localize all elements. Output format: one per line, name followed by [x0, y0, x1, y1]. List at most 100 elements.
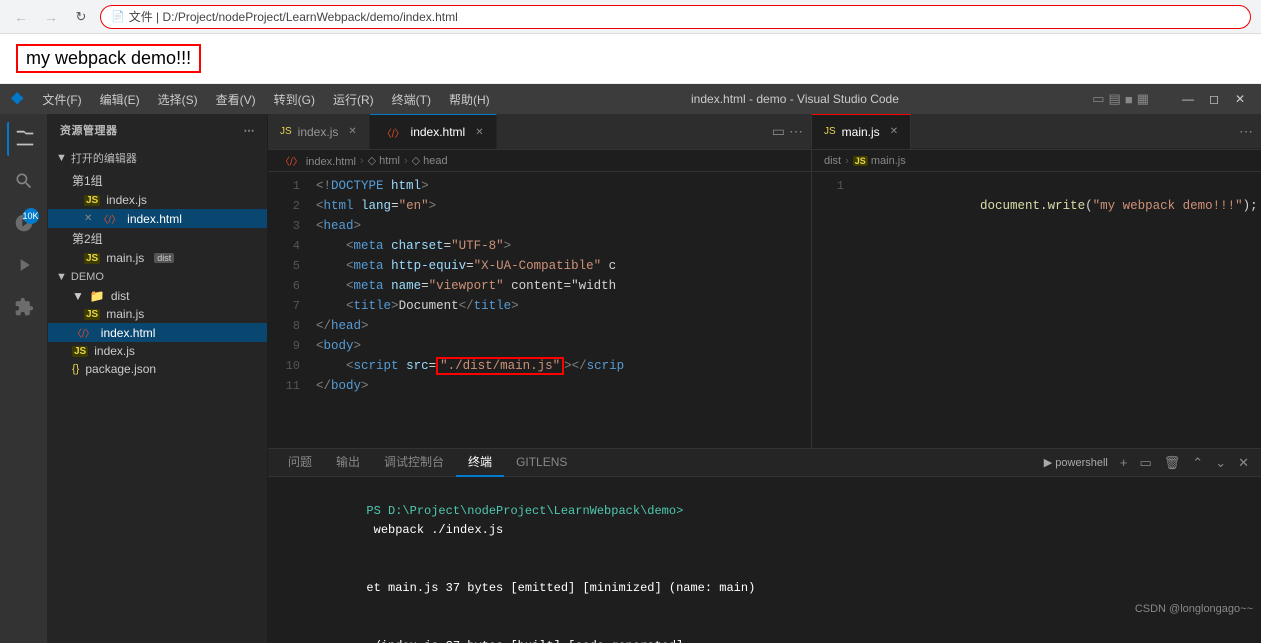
layout-icon-2[interactable]: ▤ [1109, 91, 1121, 107]
page-heading: my webpack demo!!! [16, 44, 201, 73]
minimize-button[interactable]: — [1177, 88, 1199, 110]
panel-actions: ▶ powershell + ▭ 🗑 ⌃ ⌄ ✕ [1040, 453, 1253, 473]
sidebar-item-packagejson[interactable]: {} package.json [48, 360, 267, 378]
sidebar-title: 资源管理器 [60, 122, 118, 138]
mainjs-label: main.js [106, 251, 144, 265]
sidebar: 资源管理器 ⋯ ▼ 打开的编辑器 第1组 JS index.js [48, 114, 268, 643]
extensions-icon[interactable] [7, 290, 41, 324]
code-editor-left: 1 2 3 4 5 6 7 8 9 10 11 [268, 172, 811, 448]
menu-help[interactable]: 帮助(H) [441, 89, 498, 110]
dist-mainjs-icon: JS [84, 309, 100, 320]
menu-run[interactable]: 运行(R) [325, 89, 382, 110]
sidebar-group2[interactable]: 第2组 [48, 228, 267, 249]
git-icon[interactable]: 10K [7, 206, 41, 240]
layout-icon-3[interactable]: ■ [1125, 92, 1133, 107]
sidebar-item-demo-indexhtml[interactable]: 〈/〉 index.html [48, 323, 267, 342]
powershell-label: ▶ powershell [1040, 454, 1112, 471]
sidebar-item-indexhtml[interactable]: ✕ 〈/〉 index.html [48, 209, 267, 228]
code-content-right[interactable]: document.write("my webpack demo!!!"); [852, 172, 1261, 448]
chevron-down-panel-icon[interactable]: ⌄ [1211, 453, 1230, 473]
line-num-2: 2 [268, 196, 300, 216]
sidebar-item-mainjs[interactable]: JS main.js dist [48, 249, 267, 267]
right-breadcrumb: dist › JS main.js [812, 150, 1261, 172]
trash-icon[interactable]: 🗑 [1160, 453, 1185, 473]
menu-select[interactable]: 选择(S) [150, 89, 206, 110]
tab-indexjs[interactable]: JS index.js ✕ [268, 114, 370, 149]
right-tab-bar: JS main.js ✕ ⋯ [811, 114, 1261, 149]
search-icon[interactable] [7, 164, 41, 198]
panel-tab-output[interactable]: 输出 [324, 449, 372, 477]
line-num-9: 9 [268, 336, 300, 356]
more-tabs-icon[interactable]: ⋯ [789, 123, 803, 140]
html-close-icon[interactable]: ✕ [84, 213, 92, 224]
menu-view[interactable]: 查看(V) [208, 89, 264, 110]
dist-badge: dist [154, 253, 174, 263]
breadcrumb-head[interactable]: ◇ head [412, 154, 448, 167]
tab-actions-left: ▭ ⋯ [764, 123, 811, 140]
split-editor-icon[interactable]: ▭ [772, 123, 785, 140]
code-line-2: <html lang="en"> [316, 196, 803, 216]
line-num-8: 8 [268, 316, 300, 336]
add-terminal-icon[interactable]: + [1116, 453, 1132, 472]
tab-mainjs-close[interactable]: ✕ [890, 126, 898, 137]
code-content-left[interactable]: <!DOCTYPE html> <html lang="en"> <head> … [308, 172, 811, 448]
terminal-content[interactable]: PS D:\Project\nodeProject\LearnWebpack\d… [268, 477, 1261, 643]
maximize-button[interactable]: ◻ [1203, 88, 1225, 110]
line-num-10: 10 [268, 356, 300, 376]
editor-area: JS index.js ✕ 〈/〉 index.html ✕ ▭ ⋯ [268, 114, 1261, 643]
back-button[interactable]: ← [10, 6, 32, 28]
breadcrumb-indexhtml[interactable]: 〈/〉 index.html [280, 153, 356, 168]
close-panel-icon[interactable]: ✕ [1234, 453, 1253, 473]
bottom-panel: 问题 输出 调试控制台 终端 GITLENS ▶ powershell + ▭ … [268, 448, 1261, 643]
forward-button[interactable]: → [40, 6, 62, 28]
line-numbers: 1 2 3 4 5 6 7 8 9 10 11 [268, 172, 308, 448]
tab-indexhtml[interactable]: 〈/〉 index.html ✕ [370, 114, 497, 149]
menu-file[interactable]: 文件(F) [34, 89, 89, 110]
breadcrumb-dist[interactable]: dist [824, 155, 841, 167]
right-more-tabs-icon[interactable]: ⋯ [1239, 123, 1253, 140]
address-bar[interactable]: 📄 文件 | D:/Project/nodeProject/LearnWebpa… [100, 5, 1251, 29]
open-editors-label: 打开的编辑器 [71, 150, 137, 166]
chevron-down-icon-demo: ▼ [56, 271, 67, 283]
demo-section-title[interactable]: ▼ DEMO [48, 267, 267, 287]
menu-edit[interactable]: 编辑(E) [92, 89, 148, 110]
packagejson-label: package.json [85, 362, 156, 376]
split-terminal-icon[interactable]: ▭ [1135, 453, 1155, 473]
html-file-icon: 〈/〉 [98, 211, 121, 226]
terminal-line-3: ./index.js 37 bytes [built] [code genera… [280, 617, 1249, 643]
menu-goto[interactable]: 转到(G) [266, 89, 323, 110]
menu-terminal[interactable]: 终端(T) [384, 89, 439, 110]
layout-icon-4[interactable]: ▦ [1137, 91, 1149, 107]
group1-label: 第1组 [72, 172, 103, 189]
panel-tab-problems[interactable]: 问题 [276, 449, 324, 477]
debug-icon[interactable] [7, 248, 41, 282]
terminal-line-2: et main.js 37 bytes [emitted] [minimized… [280, 560, 1249, 618]
sidebar-item-dist[interactable]: ▼ 📁 dist [48, 287, 267, 305]
open-editors-section: ▼ 打开的编辑器 第1组 JS index.js ✕ 〈/〉 index.htm… [48, 146, 267, 267]
bc-sep2: › [404, 155, 408, 167]
line-num-3: 3 [268, 216, 300, 236]
browser-bar: ← → ↻ 📄 文件 | D:/Project/nodeProject/Lear… [0, 0, 1261, 34]
line-num-11: 11 [268, 376, 300, 396]
breadcrumb-html[interactable]: ◇ html [368, 154, 400, 167]
panel-tab-debug[interactable]: 调试控制台 [372, 449, 456, 477]
close-button[interactable]: ✕ [1229, 88, 1251, 110]
tab-mainjs[interactable]: JS main.js ✕ [812, 114, 911, 149]
explorer-icon[interactable] [7, 122, 41, 156]
left-tab-bar: JS index.js ✕ 〈/〉 index.html ✕ ▭ ⋯ [268, 114, 811, 149]
refresh-button[interactable]: ↻ [70, 6, 92, 28]
breadcrumb-mainjs[interactable]: JS main.js [853, 155, 906, 167]
sidebar-more-icon[interactable]: ⋯ [244, 124, 256, 137]
address-lock-icon: 📄 [111, 10, 125, 23]
sidebar-item-dist-mainjs[interactable]: JS main.js [48, 305, 267, 323]
sidebar-item-demo-indexjs[interactable]: JS index.js [48, 342, 267, 360]
panel-tab-gitlens[interactable]: GITLENS [504, 449, 579, 477]
sidebar-item-indexjs[interactable]: JS index.js [48, 191, 267, 209]
panel-tab-terminal[interactable]: 终端 [456, 449, 504, 477]
sidebar-group1[interactable]: 第1组 [48, 170, 267, 191]
tab-indexhtml-close[interactable]: ✕ [475, 127, 483, 138]
tab-indexjs-close[interactable]: ✕ [348, 126, 356, 137]
layout-icon-1[interactable]: ▭ [1092, 91, 1104, 107]
open-editors-title[interactable]: ▼ 打开的编辑器 [48, 146, 267, 170]
chevron-up-icon[interactable]: ⌃ [1188, 453, 1207, 473]
